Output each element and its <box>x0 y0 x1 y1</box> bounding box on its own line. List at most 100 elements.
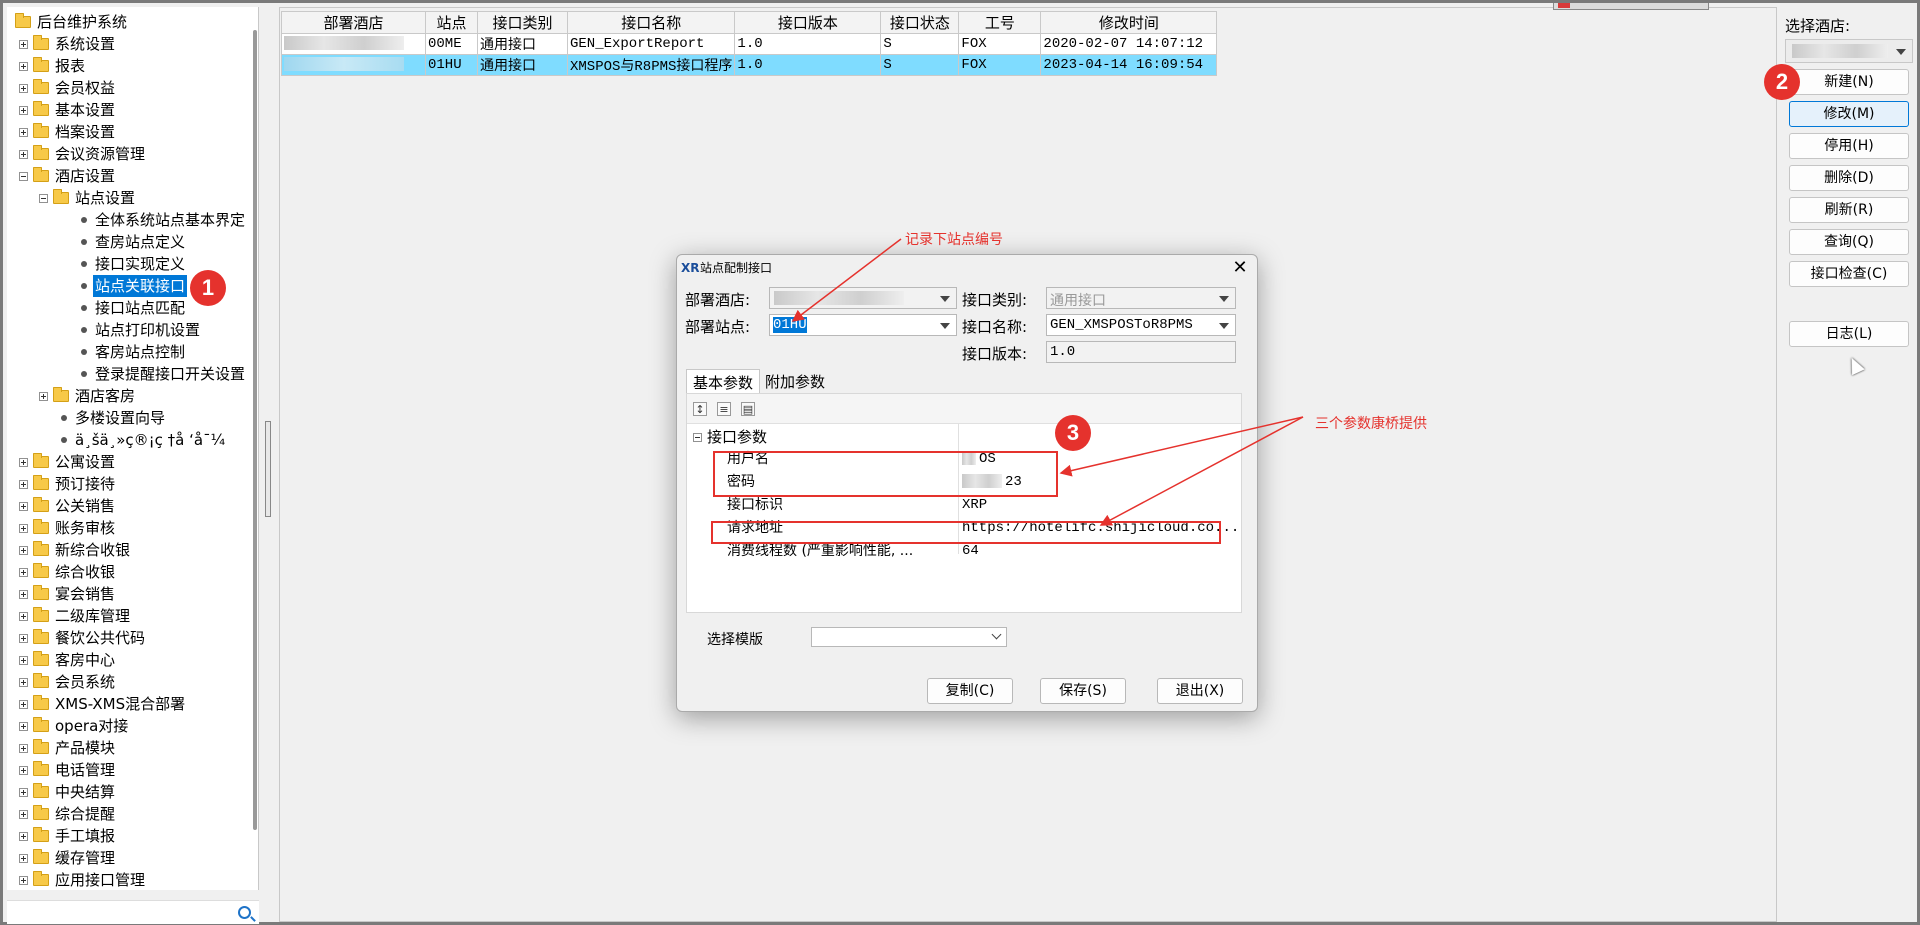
tree-folder[interactable]: 宴会销售 <box>7 583 251 605</box>
tree-item[interactable]: 全体系统站点基本界定 <box>7 209 251 231</box>
expand-icon[interactable] <box>19 502 28 511</box>
station-field[interactable]: 01HU <box>769 314 957 336</box>
expand-icon[interactable] <box>19 546 28 555</box>
property-value[interactable]: 64 <box>962 542 979 561</box>
tree-folder[interactable]: 手工填报 <box>7 825 251 847</box>
version-field[interactable]: 1.0 <box>1046 341 1236 363</box>
expand-icon[interactable] <box>39 392 48 401</box>
log-button[interactable]: 日志(L) <box>1789 321 1909 347</box>
col-header-station[interactable]: 站点 <box>425 11 478 34</box>
tree-item[interactable]: 站点打印机设置 <box>7 319 251 341</box>
tree-folder[interactable]: 系统设置 <box>7 33 251 55</box>
interface-check-button[interactable]: 接口检查(C) <box>1789 261 1909 287</box>
col-header-modified[interactable]: 修改时间 <box>1040 11 1218 34</box>
save-button[interactable]: 保存(S) <box>1040 678 1126 704</box>
expand-icon[interactable] <box>19 656 28 665</box>
dialog-titlebar[interactable]: XR 站点配制接口 ✕ <box>677 255 1257 281</box>
tab-basic-params[interactable]: 基本参数 <box>686 369 761 393</box>
name-field[interactable]: GEN_XMSPOSToR8PMS <box>1046 314 1236 336</box>
expand-icon[interactable] <box>19 106 28 115</box>
col-header-name[interactable]: 接口名称 <box>566 11 736 34</box>
tree-folder[interactable]: 应用接口管理 <box>7 869 251 890</box>
tree-folder[interactable]: 产品模块 <box>7 737 251 759</box>
tree-folder[interactable]: 会员权益 <box>7 77 251 99</box>
expand-icon[interactable] <box>19 458 28 467</box>
expand-icon[interactable] <box>19 788 28 797</box>
tab-extra-params[interactable]: 附加参数 <box>759 369 831 393</box>
tree-search-bar[interactable] <box>7 900 259 924</box>
tree-folder[interactable]: 站点设置 <box>7 187 251 209</box>
close-icon[interactable]: ✕ <box>1229 257 1251 279</box>
col-header-status[interactable]: 接口状态 <box>880 11 960 34</box>
col-header-hotel[interactable]: 部署酒店 <box>281 11 426 34</box>
table-row[interactable]: 01HU 通用接口 XMSPOS与R8PMS接口程序 1.0 S FOX 202… <box>281 54 1218 76</box>
col-header-category[interactable]: 接口类别 <box>477 11 568 34</box>
table-row[interactable]: 00ME 通用接口 GEN_ExportReport 1.0 S FOX 202… <box>281 33 1218 55</box>
expand-icon[interactable] <box>19 634 28 643</box>
query-button[interactable]: 查询(Q) <box>1789 229 1909 255</box>
tree-item[interactable]: 登录提醒接口开关设置 <box>7 363 251 385</box>
categorize-icon[interactable]: ≡ <box>717 402 731 416</box>
expand-icon[interactable] <box>19 700 28 709</box>
expand-icon[interactable] <box>19 480 28 489</box>
prop-group-row[interactable]: 接口参数 <box>687 428 1241 447</box>
tree-folder[interactable]: 电话管理 <box>7 759 251 781</box>
tree-folder[interactable]: 二级库管理 <box>7 605 251 627</box>
disable-button[interactable]: 停用(H) <box>1789 133 1909 159</box>
expand-icon[interactable] <box>19 128 28 137</box>
tree-item[interactable]: 查房站点定义 <box>7 231 251 253</box>
tree-folder[interactable]: 新综合收银 <box>7 539 251 561</box>
tree-folder[interactable]: 客房中心 <box>7 649 251 671</box>
tree-folder[interactable]: opera对接 <box>7 715 251 737</box>
tree-folder[interactable]: XMS-XMS混合部署 <box>7 693 251 715</box>
collapse-icon[interactable] <box>19 172 28 181</box>
col-header-version[interactable]: 接口版本 <box>734 11 882 34</box>
property-row[interactable]: 接口标识 XRP <box>687 496 1241 515</box>
category-field[interactable]: 通用接口 <box>1046 287 1236 309</box>
expand-icon[interactable] <box>19 150 28 159</box>
tree-folder[interactable]: 报表 <box>7 55 251 77</box>
tree-item[interactable]: ä¸šä¸»ç®¡ç †å ‘å¯¼ <box>7 429 251 451</box>
tree-folder[interactable]: 缓存管理 <box>7 847 251 869</box>
tree-folder[interactable]: 中央结算 <box>7 781 251 803</box>
tree-folder[interactable]: 后台维护系统 <box>7 11 251 33</box>
expand-icon[interactable] <box>19 568 28 577</box>
expand-icon[interactable] <box>19 810 28 819</box>
tree-folder[interactable]: 公关销售 <box>7 495 251 517</box>
expand-icon[interactable] <box>19 678 28 687</box>
tree-folder[interactable]: 公寓设置 <box>7 451 251 473</box>
expand-icon[interactable] <box>19 766 28 775</box>
tree-folder[interactable]: 会议资源管理 <box>7 143 251 165</box>
col-header-operator[interactable]: 工号 <box>958 11 1042 34</box>
expand-icon[interactable] <box>19 722 28 731</box>
hotel-field[interactable] <box>769 287 957 309</box>
tree-folder[interactable]: 餐饮公共代码 <box>7 627 251 649</box>
exit-button[interactable]: 退出(X) <box>1157 678 1243 704</box>
expand-icon[interactable] <box>19 84 28 93</box>
tree-item[interactable]: 客房站点控制 <box>7 341 251 363</box>
copy-button[interactable]: 复制(C) <box>927 678 1013 704</box>
refresh-button[interactable]: 刷新(R) <box>1789 197 1909 223</box>
tree-folder[interactable]: 基本设置 <box>7 99 251 121</box>
delete-button[interactable]: 删除(D) <box>1789 165 1909 191</box>
tree-folder[interactable]: 账务审核 <box>7 517 251 539</box>
tree-folder[interactable]: 酒店客房 <box>7 385 251 407</box>
expand-icon[interactable] <box>19 590 28 599</box>
tree-folder[interactable]: 预订接待 <box>7 473 251 495</box>
tree-folder[interactable]: 档案设置 <box>7 121 251 143</box>
new-button[interactable]: 新建(N) <box>1789 69 1909 95</box>
tree-folder[interactable]: 综合收银 <box>7 561 251 583</box>
panel-splitter[interactable] <box>265 421 271 517</box>
template-select[interactable] <box>811 627 1007 647</box>
expand-icon[interactable] <box>19 524 28 533</box>
expand-icon[interactable] <box>19 876 28 885</box>
collapse-icon[interactable] <box>693 433 702 442</box>
property-value[interactable]: XRP <box>962 496 987 515</box>
tree-folder[interactable]: 酒店设置 <box>7 165 251 187</box>
expand-icon[interactable] <box>19 832 28 841</box>
modify-button[interactable]: 修改(M) <box>1789 101 1909 127</box>
search-icon[interactable] <box>238 906 251 919</box>
expand-icon[interactable] <box>19 62 28 71</box>
tree-item[interactable]: 多楼设置向导 <box>7 407 251 429</box>
expand-icon[interactable] <box>19 612 28 621</box>
